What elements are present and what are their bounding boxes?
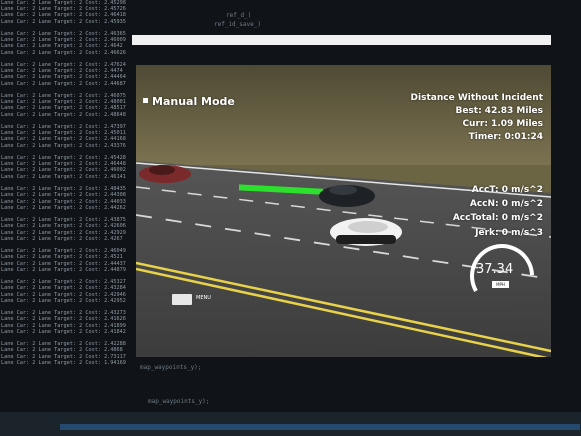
terminal-line: Lane Car: 2 Lane Target: 2 Cost: 1.94169 [1, 359, 126, 366]
speed-value: 37.34 [476, 262, 514, 277]
menu-button[interactable] [172, 294, 192, 305]
simulator-titlebar[interactable] [132, 35, 551, 45]
car-red [139, 165, 191, 183]
best-distance: Best: 42.83 Miles [455, 106, 543, 116]
jerk-readout: Jerk: 0 m/s^3 [475, 228, 543, 238]
ego-car [330, 218, 402, 246]
scrollbar[interactable] [60, 424, 580, 430]
speed-unit: MPH [492, 281, 509, 288]
current-distance: Curr: 1.09 Miles [462, 119, 543, 129]
code-snippet: ref_d_) [226, 12, 252, 19]
simulator-viewport[interactable]: Manual Mode Distance Without Incident Be… [136, 65, 551, 357]
code-snippet: map_waypoints_y); [140, 364, 202, 371]
mode-label: Manual Mode [152, 95, 235, 108]
menu-label: MENU [196, 295, 211, 301]
acc-n-readout: AccN: 0 m/s^2 [469, 199, 543, 209]
distance-title: Distance Without Incident [410, 93, 543, 103]
timer: Timer: 0:01:24 [468, 132, 543, 142]
code-snippet: ref_id_save_) [214, 21, 261, 28]
acc-total-readout: AccTotal: 0 m/s^2 [452, 213, 543, 223]
acc-t-readout: AccT: 0 m/s^2 [471, 185, 543, 195]
mode-indicator-icon [143, 98, 148, 103]
code-snippet: map_waypoints_y); [148, 398, 210, 405]
car-black [319, 185, 375, 207]
